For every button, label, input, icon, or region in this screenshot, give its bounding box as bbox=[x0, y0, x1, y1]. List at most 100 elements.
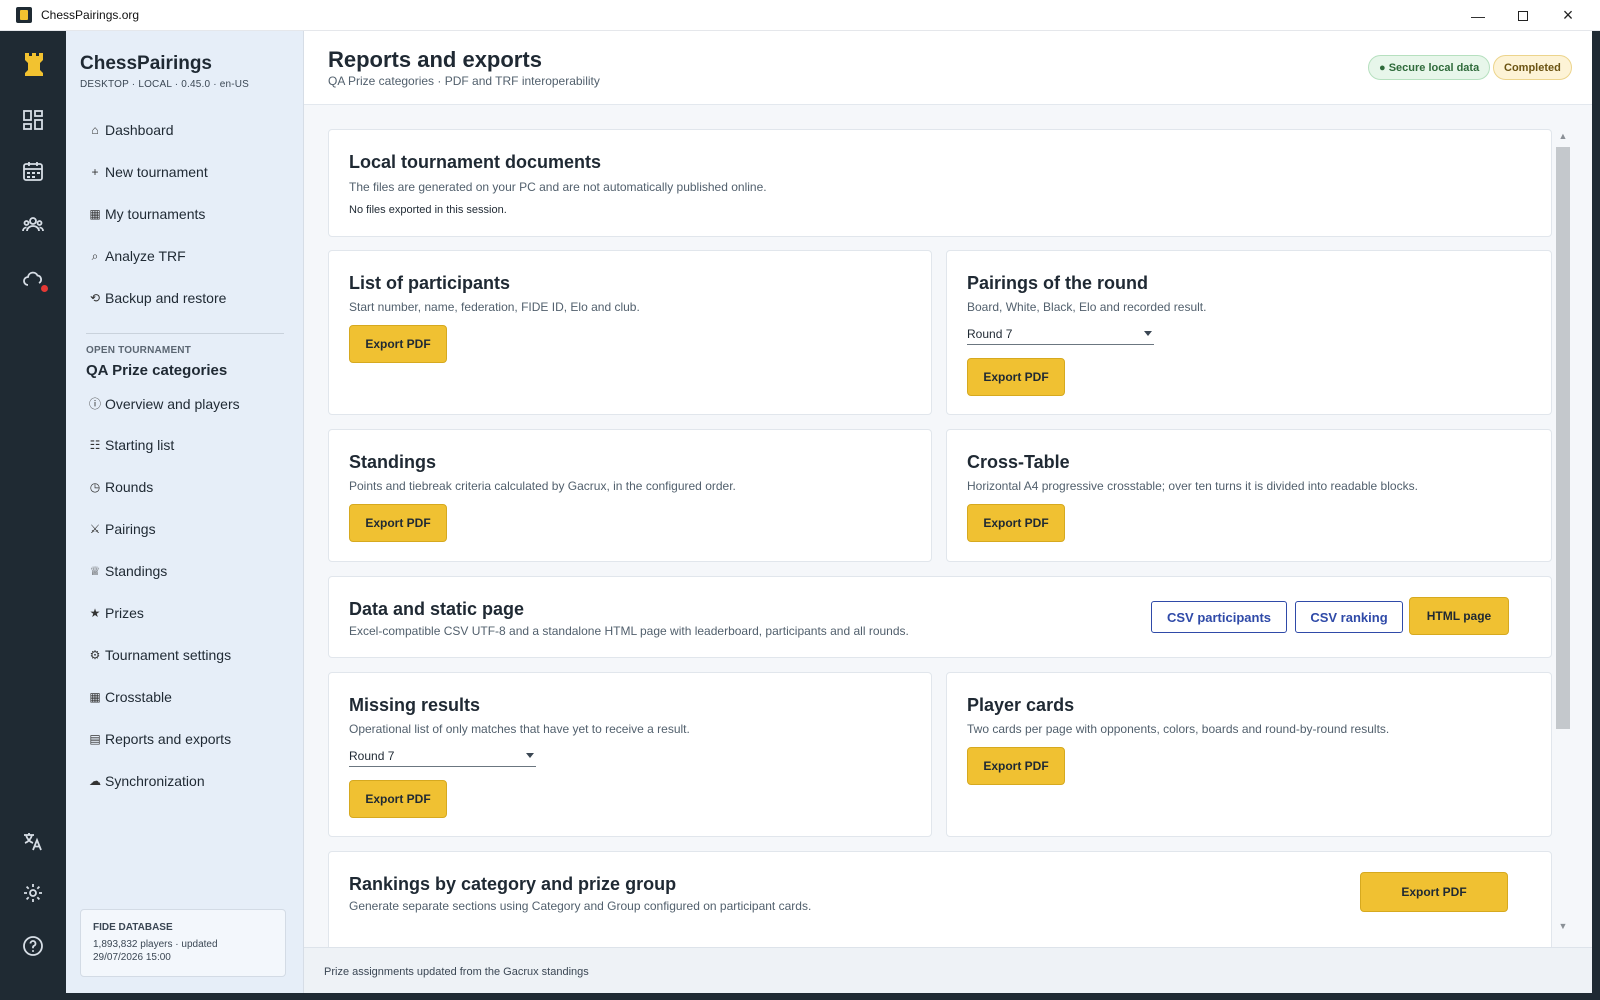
sidebar-item-starting-list[interactable]: ☷ Starting list bbox=[88, 437, 175, 453]
pairings-round-value: Round 7 bbox=[967, 326, 1013, 341]
window-titlebar: ChessPairings.org — × bbox=[0, 0, 1600, 31]
sidebar-item-tournament-settings[interactable]: ⚙ Tournament settings bbox=[88, 647, 231, 663]
export-participants-pdf-button[interactable]: Export PDF bbox=[349, 325, 447, 363]
sidebar-item-label: Standings bbox=[105, 563, 168, 579]
participants-title: List of participants bbox=[349, 273, 511, 293]
sidebar-item-label: Backup and restore bbox=[105, 290, 227, 306]
sidebar: ChessPairings DESKTOP · LOCAL · 0.45.0 ·… bbox=[66, 31, 304, 993]
export-rankings-pdf-button[interactable]: Export PDF bbox=[1360, 872, 1508, 912]
sidebar-item-label: Crosstable bbox=[105, 689, 172, 705]
export-standings-pdf-button[interactable]: Export PDF bbox=[349, 504, 447, 542]
pairings-round-select[interactable]: Round 7 bbox=[967, 323, 1154, 345]
sidebar-item-dashboard[interactable]: ⌂ Dashboard bbox=[88, 122, 174, 138]
search-icon: ⌕ bbox=[91, 248, 99, 263]
sidebar-item-label: Synchronization bbox=[105, 773, 205, 789]
sidebar-item-synchronization[interactable]: ☁ Synchronization bbox=[88, 773, 205, 789]
missing-round-select[interactable]: Round 7 bbox=[349, 745, 536, 767]
brand-name: ChessPairings bbox=[80, 53, 212, 74]
list-icon: ☷ bbox=[89, 438, 101, 452]
scroll-thumb[interactable] bbox=[1556, 147, 1570, 729]
scroll-up-icon[interactable]: ▲ bbox=[1557, 130, 1569, 142]
sidebar-item-analyze-trf[interactable]: ⌕ Analyze TRF bbox=[88, 248, 186, 264]
info-icon: ⓘ bbox=[88, 397, 101, 411]
home-icon: ⌂ bbox=[91, 123, 99, 137]
sidebar-item-backup[interactable]: ⟲ Backup and restore bbox=[88, 290, 226, 306]
missing-results-desc: Operational list of only matches that ha… bbox=[349, 722, 690, 736]
settings-gear-icon[interactable] bbox=[20, 880, 46, 906]
sidebar-divider bbox=[86, 333, 284, 334]
dashboard-icon[interactable] bbox=[20, 107, 46, 133]
window-title: ChessPairings.org bbox=[41, 8, 140, 22]
page-title: Reports and exports bbox=[328, 47, 542, 72]
swords-icon: ⚔ bbox=[89, 522, 101, 536]
sidebar-item-pairings[interactable]: ⚔ Pairings bbox=[88, 521, 156, 537]
close-icon[interactable]: × bbox=[1545, 0, 1591, 31]
sidebar-item-my-tournaments[interactable]: ▦ My tournaments bbox=[88, 206, 205, 222]
chevron-down-icon bbox=[1144, 331, 1152, 336]
maximize-icon[interactable] bbox=[1500, 0, 1546, 31]
participants-card: List of participants Start number, name,… bbox=[328, 250, 932, 415]
sidebar-item-label: Dashboard bbox=[105, 122, 174, 138]
fide-database-info: 1,893,832 players · updated 29/07/2026 1… bbox=[93, 939, 218, 963]
brand-version: DESKTOP · LOCAL · 0.45.0 · en-US bbox=[80, 79, 250, 90]
fide-database-panel: FIDE DATABASE 1,893,832 players · update… bbox=[80, 909, 286, 977]
sidebar-item-rounds[interactable]: ◷ Rounds bbox=[88, 479, 154, 495]
sidebar-item-label: My tournaments bbox=[105, 206, 206, 222]
restore-icon: ⟲ bbox=[89, 291, 101, 305]
player-cards-desc: Two cards per page with opponents, color… bbox=[967, 722, 1390, 736]
grid-icon: ▦ bbox=[89, 690, 101, 704]
main-area: Reports and exports QA Prize categories … bbox=[304, 31, 1592, 993]
sidebar-item-prizes[interactable]: ★ Prizes bbox=[88, 605, 144, 621]
star-icon: ★ bbox=[89, 606, 101, 620]
rankings-category-title: Rankings by category and prize group bbox=[349, 874, 677, 894]
crosstable-card: Cross-Table Horizontal A4 progressive cr… bbox=[946, 429, 1552, 562]
export-missing-pdf-button[interactable]: Export PDF bbox=[349, 780, 447, 818]
players-icon[interactable] bbox=[20, 212, 46, 238]
sidebar-item-overview[interactable]: ⓘ Overview and players bbox=[88, 395, 240, 412]
standings-title: Standings bbox=[349, 452, 437, 472]
sidebar-item-new-tournament[interactable]: + New tournament bbox=[88, 164, 208, 180]
language-icon[interactable] bbox=[20, 828, 46, 854]
crosstable-title: Cross-Table bbox=[967, 452, 1070, 472]
csv-participants-button[interactable]: CSV participants bbox=[1151, 601, 1287, 633]
export-crosstable-pdf-button[interactable]: Export PDF bbox=[967, 504, 1065, 542]
data-static-title: Data and static page bbox=[349, 599, 525, 619]
sidebar-item-label: Pairings bbox=[105, 521, 156, 537]
help-icon[interactable] bbox=[20, 933, 46, 959]
sidebar-item-label: Overview and players bbox=[105, 395, 240, 412]
html-page-button[interactable]: HTML page bbox=[1409, 597, 1509, 635]
sidebar-item-standings[interactable]: ♕ Standings bbox=[88, 563, 168, 579]
sidebar-item-label: Prizes bbox=[105, 605, 144, 621]
standings-desc: Points and tiebreak criteria calculated … bbox=[349, 479, 736, 493]
export-status-note: No files exported in this session. bbox=[349, 204, 507, 216]
export-player-cards-pdf-button[interactable]: Export PDF bbox=[967, 747, 1065, 785]
open-tournament-label: OPEN TOURNAMENT bbox=[86, 345, 192, 356]
export-pairings-pdf-button[interactable]: Export PDF bbox=[967, 358, 1065, 396]
queen-icon: ♕ bbox=[89, 564, 101, 578]
chevron-down-icon bbox=[526, 753, 534, 758]
rook-logo-icon bbox=[25, 53, 43, 76]
gear-icon: ⚙ bbox=[89, 648, 101, 662]
missing-round-value: Round 7 bbox=[349, 748, 395, 763]
cloud-sync-icon[interactable] bbox=[20, 266, 48, 292]
clock-icon: ◷ bbox=[89, 480, 101, 494]
page-subtitle: QA Prize categories · PDF and TRF intero… bbox=[328, 74, 600, 88]
standings-card: Standings Points and tiebreak criteria c… bbox=[328, 429, 932, 562]
minimize-icon[interactable]: — bbox=[1455, 0, 1501, 31]
missing-results-card: Missing results Operational list of only… bbox=[328, 672, 932, 837]
scroll-down-icon[interactable]: ▼ bbox=[1557, 920, 1569, 932]
calendar-icon[interactable] bbox=[20, 158, 46, 184]
player-cards-title: Player cards bbox=[967, 695, 1075, 715]
reports-content: Local tournament documents The files are… bbox=[328, 129, 1552, 947]
csv-ranking-button[interactable]: CSV ranking bbox=[1295, 601, 1403, 633]
fide-database-label: FIDE DATABASE bbox=[93, 922, 173, 933]
secure-data-badge: ● Secure local data bbox=[1368, 55, 1491, 80]
pairings-title: Pairings of the round bbox=[967, 273, 1149, 293]
sidebar-item-crosstable[interactable]: ▦ Crosstable bbox=[88, 689, 172, 705]
player-cards-card: Player cards Two cards per page with opp… bbox=[946, 672, 1552, 837]
participants-desc: Start number, name, federation, FIDE ID,… bbox=[349, 300, 640, 314]
sidebar-item-label: Analyze TRF bbox=[105, 248, 186, 264]
sidebar-item-reports[interactable]: ▤ Reports and exports bbox=[88, 731, 231, 747]
sidebar-item-label: New tournament bbox=[105, 164, 208, 180]
local-documents-title: Local tournament documents bbox=[349, 152, 602, 172]
